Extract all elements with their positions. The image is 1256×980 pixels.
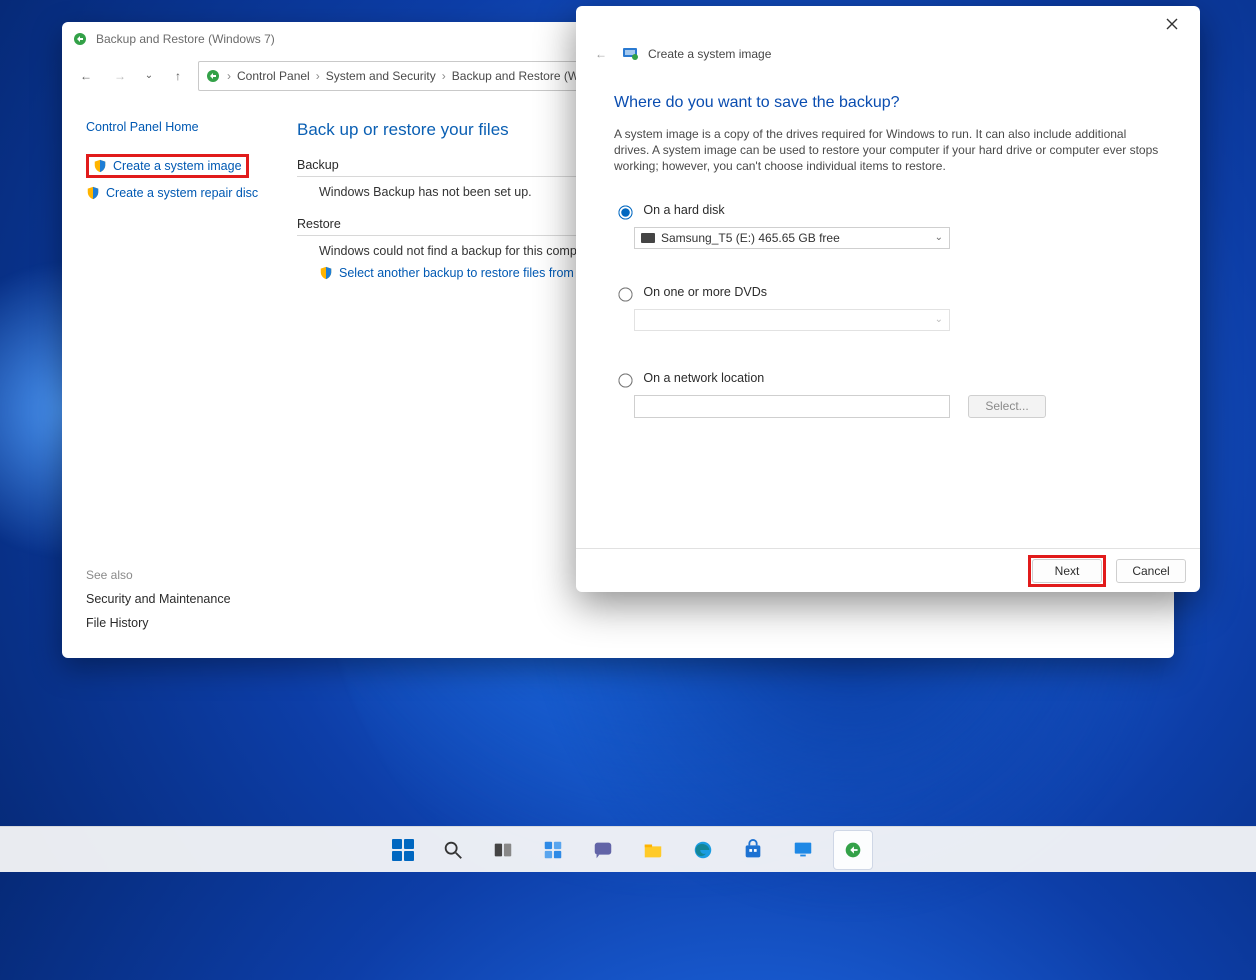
sidebar-create-repair-disc[interactable]: Create a system repair disc [86,186,287,200]
seealso-security-maintenance[interactable]: Security and Maintenance [86,592,231,606]
option-hard-disk[interactable]: On a hard disk [614,203,1162,219]
system-image-icon [622,45,638,64]
highlight-next: Next [1028,555,1106,587]
shield-icon [86,186,100,200]
wizard-description: A system image is a copy of the drives r… [614,126,1162,175]
edge-icon [692,839,714,861]
widgets-icon [542,839,564,861]
hard-disk-selected-value: Samsung_T5 (E:) 465.65 GB free [661,231,840,245]
next-button[interactable]: Next [1032,559,1102,583]
nav-recent-button[interactable]: ⌄ [140,62,158,90]
file-explorer-button[interactable] [633,830,673,870]
nav-up-button[interactable]: ↑ [164,62,192,90]
taskbar [0,826,1256,872]
hdd-icon [641,233,655,243]
option-dvds-label: On one or more DVDs [643,285,767,299]
breadcrumb[interactable]: System and Security› [326,69,446,83]
create-system-image-wizard: ← Create a system image Where do you wan… [576,6,1200,592]
see-also: See also Security and Maintenance File H… [86,568,231,640]
shield-icon [319,266,333,280]
backup-restore-icon [205,68,221,84]
search-button[interactable] [433,830,473,870]
sidebar-home-link[interactable]: Control Panel Home [86,120,287,134]
option-hard-disk-label: On a hard disk [643,203,724,217]
windows-icon [392,839,414,861]
nav-back-button[interactable]: ← [72,62,100,90]
breadcrumb[interactable]: Control Panel› [237,69,320,83]
chat-button[interactable] [583,830,623,870]
seealso-file-history[interactable]: File History [86,616,231,630]
wizard-footer: Next Cancel [576,548,1200,592]
task-view-button[interactable] [483,830,523,870]
option-network-label: On a network location [643,371,764,385]
settings-app-button[interactable] [783,830,823,870]
wizard-heading: Where do you want to save the backup? [614,94,1162,112]
hard-disk-dropdown[interactable]: Samsung_T5 (E:) 465.65 GB free ⌄ [634,227,950,249]
radio-dvds[interactable] [618,287,632,301]
chat-icon [592,839,614,861]
select-another-backup-link[interactable]: Select another backup to restore files f… [319,266,574,280]
wizard-header: ← Create a system image [576,42,1200,66]
shield-icon [93,159,107,173]
edge-button[interactable] [683,830,723,870]
option-dvds[interactable]: On one or more DVDs [614,285,1162,301]
folder-icon [642,839,664,861]
option-network[interactable]: On a network location [614,371,1162,387]
radio-hard-disk[interactable] [618,205,632,219]
backup-restore-taskbar-button[interactable] [833,830,873,870]
see-also-header: See also [86,568,231,582]
backup-restore-icon [72,31,88,47]
wizard-titlebar [576,6,1200,42]
wizard-caption: Create a system image [648,47,771,61]
nav-forward-button[interactable]: → [106,62,134,90]
backup-restore-icon [842,839,864,861]
select-network-button[interactable]: Select... [968,395,1046,418]
dvd-dropdown[interactable]: ⌄ [634,309,950,331]
cancel-button[interactable]: Cancel [1116,559,1186,583]
task-view-icon [492,839,514,861]
widgets-button[interactable] [533,830,573,870]
network-path-input[interactable] [634,395,950,418]
start-button[interactable] [383,830,423,870]
close-button[interactable] [1154,10,1190,38]
highlight-create-image: Create a system image [86,154,249,178]
cp-sidebar: Control Panel Home Create a system image… [62,96,287,658]
cp-title-text: Backup and Restore (Windows 7) [96,32,275,46]
store-icon [742,839,764,861]
chevron-right-icon: › [227,69,231,83]
store-button[interactable] [733,830,773,870]
chevron-down-icon: ⌄ [935,232,943,243]
chevron-down-icon: ⌄ [935,314,943,325]
sidebar-create-system-image[interactable]: Create a system image [93,159,242,173]
search-icon [442,839,464,861]
radio-network[interactable] [618,373,632,387]
wizard-back-button[interactable]: ← [590,43,612,65]
wizard-body: Where do you want to save the backup? A … [576,66,1200,548]
monitor-icon [792,839,814,861]
